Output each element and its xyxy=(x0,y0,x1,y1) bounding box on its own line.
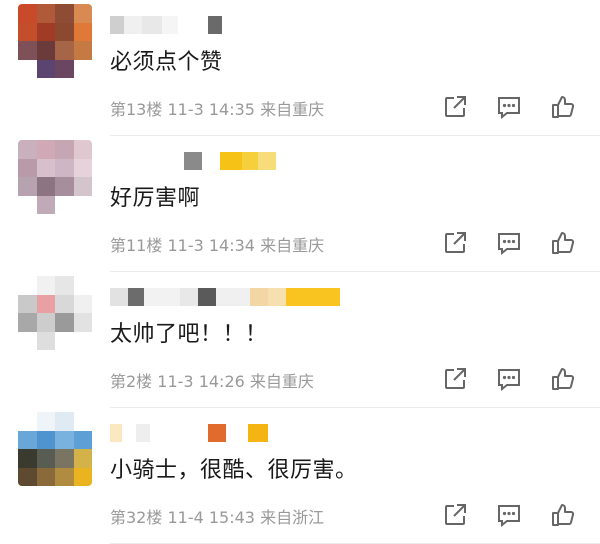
floor-number: 第32楼 xyxy=(110,508,163,527)
comment-icon xyxy=(496,230,522,256)
comment-actions xyxy=(440,228,578,258)
comment-date: 11-3 xyxy=(157,372,194,391)
reply-button[interactable] xyxy=(494,500,524,530)
share-button[interactable] xyxy=(440,92,470,122)
share-icon xyxy=(442,502,468,528)
like-button[interactable] xyxy=(548,92,578,122)
comment-actions xyxy=(440,500,578,530)
avatar[interactable] xyxy=(18,4,92,78)
comment-icon xyxy=(496,366,522,392)
reply-button[interactable] xyxy=(494,92,524,122)
share-icon xyxy=(442,94,468,120)
share-button[interactable] xyxy=(440,364,470,394)
comment-location: 来自重庆 xyxy=(249,372,314,391)
comment-icon xyxy=(496,94,522,120)
username[interactable] xyxy=(110,288,340,306)
username[interactable] xyxy=(110,152,276,170)
reply-button[interactable] xyxy=(494,228,524,258)
avatar[interactable] xyxy=(18,140,92,214)
share-button[interactable] xyxy=(440,500,470,530)
thumbs-up-icon xyxy=(550,502,576,528)
comment-text: 必须点个赞 xyxy=(110,50,223,75)
comment-item: 小骑士，很酷、很厉害。 第32楼 11-4 15:43 来自浙江 xyxy=(0,408,600,544)
reply-button[interactable] xyxy=(494,364,524,394)
username[interactable] xyxy=(110,16,222,34)
thumbs-up-icon xyxy=(550,366,576,392)
comment-item: 太帅了吧！！！ 第2楼 11-3 14:26 来自重庆 xyxy=(0,272,600,408)
like-button[interactable] xyxy=(548,364,578,394)
like-button[interactable] xyxy=(548,500,578,530)
like-button[interactable] xyxy=(548,228,578,258)
comment-time: 14:34 xyxy=(208,236,255,255)
comment-meta: 第32楼 11-4 15:43 来自浙江 xyxy=(110,504,324,528)
comment-date: 11-4 xyxy=(167,508,204,527)
share-icon xyxy=(442,230,468,256)
thumbs-up-icon xyxy=(550,94,576,120)
thumbs-up-icon xyxy=(550,230,576,256)
comment-text: 好厉害啊 xyxy=(110,186,201,211)
comment-location: 来自重庆 xyxy=(260,236,325,255)
avatar[interactable] xyxy=(18,276,92,350)
comment-text: 小骑士，很酷、很厉害。 xyxy=(110,458,358,483)
username[interactable] xyxy=(110,424,268,442)
floor-number: 第11楼 xyxy=(110,236,163,255)
comment-date: 11-3 xyxy=(167,236,204,255)
floor-number: 第2楼 xyxy=(110,372,153,391)
comment-location: 来自重庆 xyxy=(260,100,325,119)
floor-number: 第13楼 xyxy=(110,100,163,119)
comment-meta: 第13楼 11-3 14:35 来自重庆 xyxy=(110,96,324,120)
comment-time: 14:35 xyxy=(208,100,255,119)
comment-location: 来自浙江 xyxy=(260,508,325,527)
comment-meta: 第11楼 11-3 14:34 来自重庆 xyxy=(110,232,324,256)
comment-time: 14:26 xyxy=(198,372,245,391)
share-button[interactable] xyxy=(440,228,470,258)
comment-icon xyxy=(496,502,522,528)
comment-item: 好厉害啊第11楼 11-3 14:34 来自重庆 xyxy=(0,136,600,272)
avatar[interactable] xyxy=(18,412,92,486)
comment-actions xyxy=(440,364,578,394)
share-icon xyxy=(442,366,468,392)
comment-item: 必须点个赞第13楼 11-3 14:35 来自重庆 xyxy=(0,0,600,136)
comment-date: 11-3 xyxy=(167,100,204,119)
comment-time: 15:43 xyxy=(208,508,255,527)
comment-text: 太帅了吧！！！ xyxy=(110,322,268,347)
comment-actions xyxy=(440,92,578,122)
comment-meta: 第2楼 11-3 14:26 来自重庆 xyxy=(110,368,314,392)
